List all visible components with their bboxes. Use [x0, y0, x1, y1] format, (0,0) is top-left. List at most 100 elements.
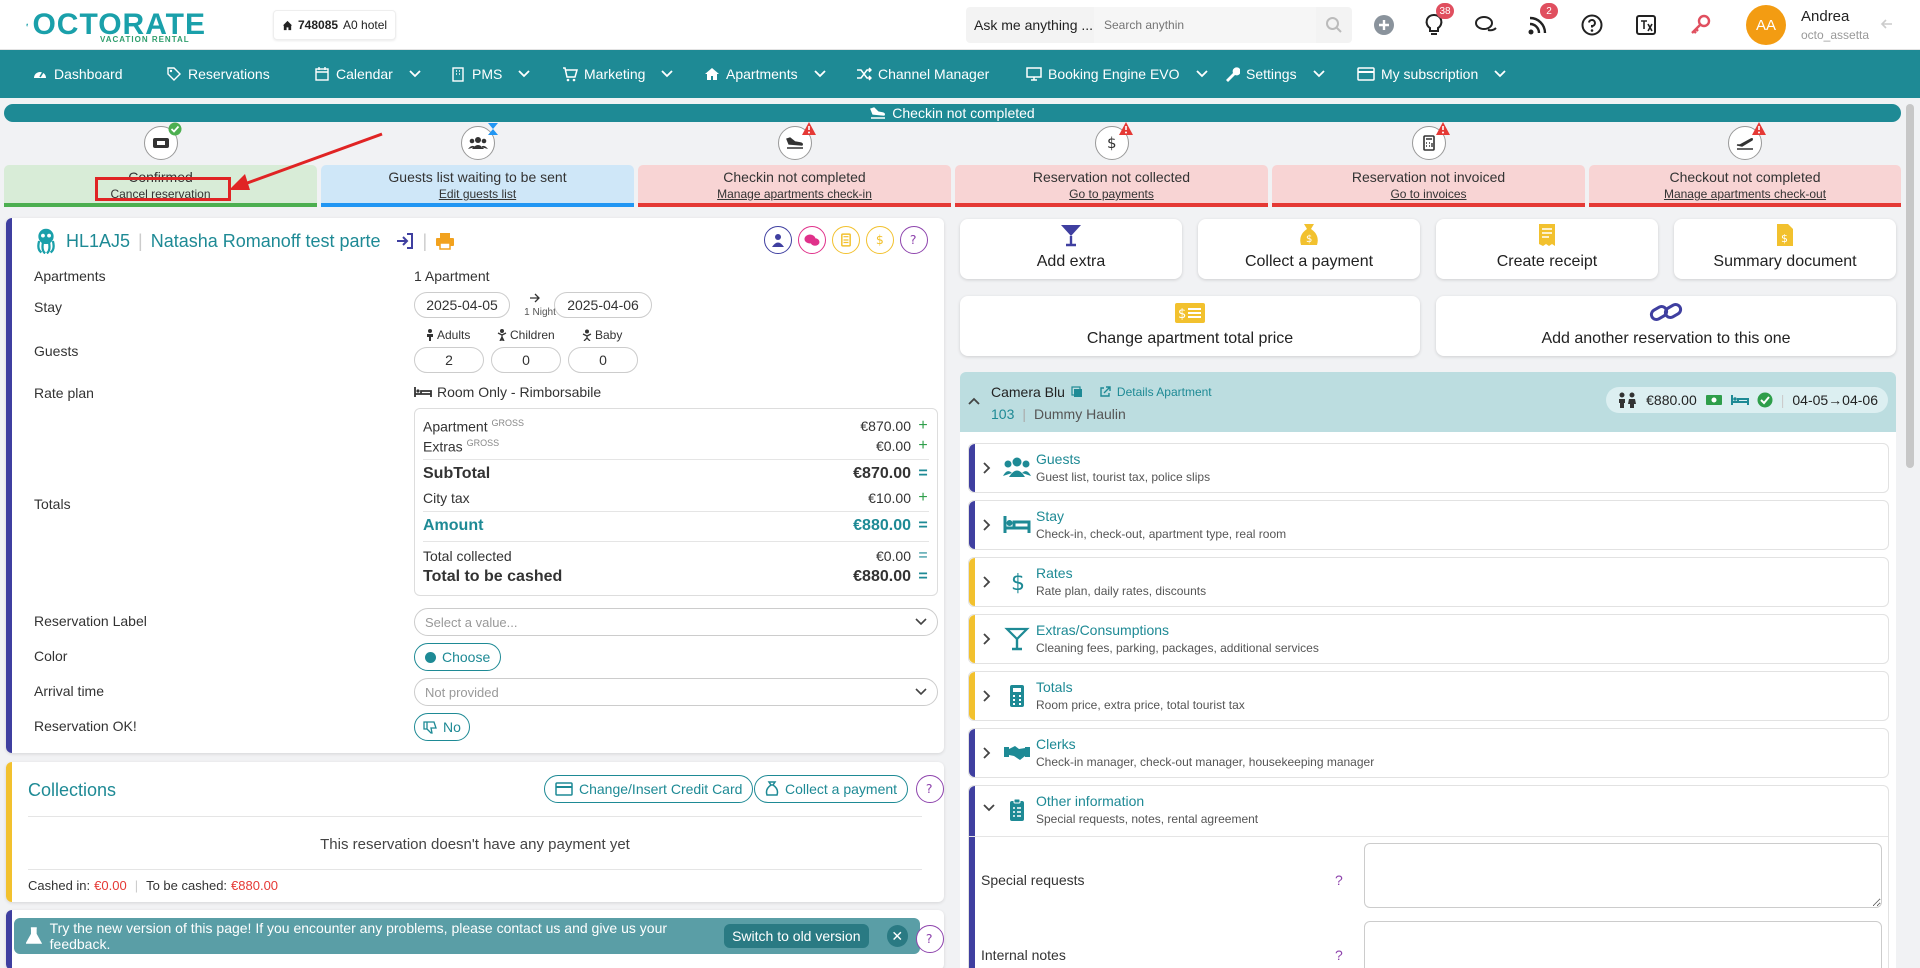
row-label: Total to be cashed [423, 568, 563, 585]
go-to-invoices-link[interactable]: Go to invoices [1272, 186, 1585, 202]
create-receipt-button[interactable]: Create receipt [1436, 219, 1658, 279]
calculator-icon[interactable] [832, 226, 860, 254]
chevron-up-icon[interactable] [968, 397, 980, 405]
monitor-icon [1026, 67, 1042, 81]
section-stay[interactable]: Stay Check-in, check-out, apartment type… [968, 500, 1889, 550]
summary-document-button[interactable]: $ Summary document [1674, 219, 1896, 279]
button-label: Collect a payment [785, 781, 898, 797]
dashboard-icon [34, 71, 46, 78]
search-area: Ask me anything ... [966, 7, 1352, 43]
feedback-banner: Try the new version of this page! If you… [14, 918, 920, 954]
arrival-time-select[interactable]: Not provided [414, 678, 938, 706]
checkout-date[interactable]: 2025-04-06 [554, 292, 652, 318]
help-icon[interactable]: ? [900, 226, 928, 254]
plus-icon[interactable]: + [917, 417, 929, 435]
change-credit-card-button[interactable]: Change/Insert Credit Card [544, 775, 754, 803]
close-icon[interactable]: ✕ [886, 925, 908, 947]
nav-channel-manager[interactable]: Channel Manager [856, 63, 989, 85]
manage-checkin-link[interactable]: Manage apartments check-in [638, 186, 951, 202]
section-title: Other information [1036, 793, 1145, 809]
reservation-label-select[interactable]: Select a value... [414, 608, 938, 636]
sign-in-icon[interactable] [395, 232, 415, 250]
svg-text:$: $ [1178, 307, 1186, 322]
lightbulb-icon[interactable]: 38 [1420, 3, 1454, 39]
nav-marketing[interactable]: Marketing [562, 63, 674, 85]
warning-badge-icon [1752, 122, 1766, 135]
button-label: Choose [442, 649, 491, 665]
collapse-arrow-icon[interactable] [1880, 17, 1894, 31]
search-input[interactable] [1094, 7, 1316, 43]
ask-ai-button[interactable]: Ask me anything ... [966, 17, 1094, 33]
page-scrollbar[interactable] [1906, 104, 1914, 468]
nav-calendar[interactable]: Calendar [314, 63, 421, 85]
section-totals[interactable]: Totals Room price, extra price, total to… [968, 671, 1889, 721]
equals-icon: = [918, 568, 928, 585]
user-icon[interactable] [764, 226, 792, 254]
rss-feed-icon[interactable]: 2 [1524, 3, 1558, 39]
chevron-down-icon[interactable] [983, 804, 995, 812]
dollar-icon[interactable]: $ [866, 226, 894, 254]
chevron-right-icon [983, 690, 991, 702]
search-icon[interactable] [1316, 7, 1352, 43]
apartments-label: Apartments [34, 268, 106, 284]
nav-apartments[interactable]: Apartments [704, 63, 826, 85]
equals-icon: = [918, 465, 928, 482]
arrow-right-icon [530, 293, 540, 303]
help-icon[interactable]: ? [1335, 947, 1343, 963]
plus-icon[interactable]: + [917, 489, 929, 507]
totals-label: Totals [34, 496, 71, 512]
reservation-ok-button[interactable]: No [414, 713, 470, 741]
special-requests-input[interactable] [1364, 843, 1882, 908]
section-extras[interactable]: Extras/Consumptions Cleaning fees, parki… [968, 614, 1889, 664]
step-circle [1728, 122, 1766, 160]
progress-label: Checkin not completed [892, 105, 1035, 121]
collect-payment-button[interactable]: Collect a payment [754, 775, 909, 803]
section-clerks[interactable]: Clerks Check-in manager, check-out manag… [968, 728, 1889, 778]
messages-icon[interactable] [798, 226, 826, 254]
print-icon[interactable] [435, 232, 455, 250]
plus-circle-icon[interactable] [1370, 11, 1398, 39]
avatar[interactable]: AA [1746, 5, 1786, 45]
nav-settings[interactable]: Settings [1224, 63, 1325, 85]
svg-text:?: ? [910, 233, 917, 247]
help-icon[interactable]: ? [916, 775, 944, 803]
hotel-selector[interactable]: 748085 A0 hotel [273, 10, 397, 40]
translate-icon[interactable] [1632, 11, 1660, 39]
divider [28, 816, 922, 817]
add-extra-button[interactable]: Add extra [960, 219, 1182, 279]
section-subtitle: Room price, extra price, total tourist t… [1036, 698, 1245, 712]
plus-icon[interactable]: + [917, 437, 929, 455]
choose-color-button[interactable]: Choose [414, 643, 502, 671]
row-value: €880.00 [853, 568, 911, 585]
section-other-information: Other information Special requests, note… [968, 785, 1889, 968]
copy-icon[interactable] [1071, 386, 1083, 398]
details-apartment-link[interactable]: Details Apartment [1117, 385, 1212, 399]
baby-count[interactable]: 0 [568, 347, 638, 373]
adults-count[interactable]: 2 [414, 347, 484, 373]
nav-booking-engine[interactable]: Booking Engine EVO [1026, 63, 1208, 85]
nav-label: PMS [472, 66, 503, 82]
help-icon[interactable] [1578, 11, 1606, 39]
section-rates[interactable]: $ Rates Rate plan, daily rates, discount… [968, 557, 1889, 607]
add-reservation-button[interactable]: Add another reservation to this one [1436, 296, 1896, 356]
checkin-date[interactable]: 2025-04-05 [414, 292, 510, 318]
nav-reservations[interactable]: Reservations [166, 63, 270, 85]
key-icon[interactable] [1686, 11, 1714, 39]
switch-old-version-button[interactable]: Switch to old version [724, 924, 869, 948]
chat-icon[interactable] [1472, 11, 1500, 39]
children-count[interactable]: 0 [491, 347, 561, 373]
section-guests[interactable]: Guests Guest list, tourist tax, police s… [968, 443, 1889, 493]
internal-notes-input[interactable] [1364, 921, 1882, 968]
nav-dashboard[interactable]: Dashboard [32, 63, 123, 85]
collect-payment-action[interactable]: $ Collect a payment [1198, 219, 1420, 279]
help-icon[interactable]: ? [1335, 872, 1343, 888]
go-to-payments-link[interactable]: Go to payments [955, 186, 1268, 202]
nav-subscription[interactable]: My subscription [1357, 63, 1506, 85]
apartment-header[interactable]: Camera Blu Details Apartment 103 | Dummy… [960, 372, 1896, 432]
help-icon[interactable]: ? [916, 925, 944, 953]
manage-checkout-link[interactable]: Manage apartments check-out [1589, 186, 1901, 202]
reservation-header: HL1AJ5 | Natasha Romanoff test parte | [34, 228, 455, 254]
button-label: Change/Insert Credit Card [579, 781, 743, 797]
nav-pms[interactable]: PMS [450, 63, 530, 85]
change-total-price-button[interactable]: $ Change apartment total price [960, 296, 1420, 356]
